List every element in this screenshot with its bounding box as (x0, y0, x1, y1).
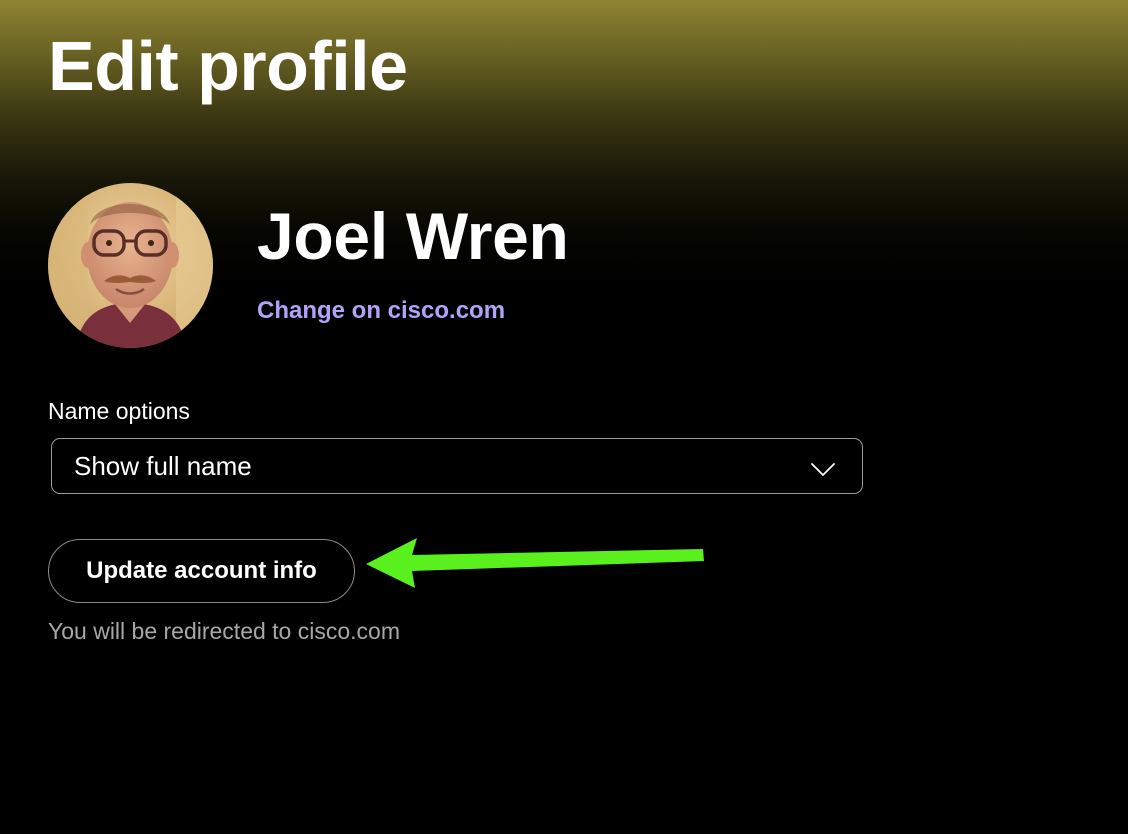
name-options-label: Name options (48, 398, 190, 424)
avatar (48, 183, 213, 348)
name-options-selected-value: Show full name (74, 451, 252, 481)
name-options-select[interactable]: Show full name (51, 438, 863, 494)
update-account-info-button[interactable]: Update account info (48, 539, 355, 603)
annotation-arrow (366, 538, 704, 588)
page-title: Edit profile (48, 27, 408, 105)
user-name: Joel Wren (257, 199, 569, 273)
redirect-note: You will be redirected to cisco.com (48, 618, 400, 644)
change-on-cisco-link[interactable]: Change on cisco.com (257, 296, 505, 326)
chevron-down-icon (811, 463, 835, 476)
avatar-photo (48, 183, 213, 348)
